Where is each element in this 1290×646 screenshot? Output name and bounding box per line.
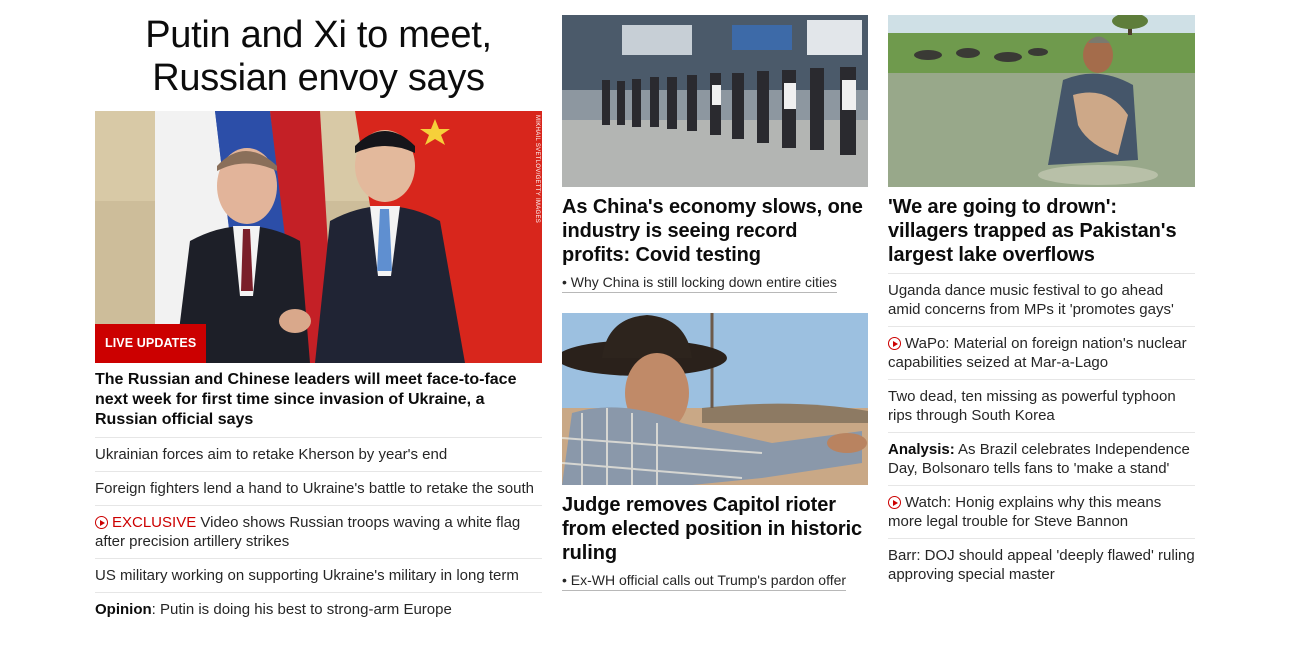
china-economy-headline[interactable]: As China's economy slows, one industry i…: [562, 195, 868, 267]
play-icon: [95, 516, 108, 529]
queue-photo: [562, 15, 868, 187]
right-headline-list: Uganda dance music festival to go ahead …: [888, 273, 1195, 591]
list-item[interactable]: Barr: DOJ should appeal 'deeply flawed' …: [888, 538, 1195, 591]
list-item-text: : Putin is doing his best to strong-arm …: [151, 601, 452, 618]
list-item-text: Watch: Honig explains why this means mor…: [888, 494, 1162, 530]
list-item[interactable]: Opinion: Putin is doing his best to stro…: [95, 592, 542, 626]
judge-headline[interactable]: Judge removes Capitol rioter from electe…: [562, 493, 868, 565]
list-item[interactable]: US military working on supporting Ukrain…: [95, 558, 542, 592]
judge-story-photo[interactable]: [562, 313, 868, 485]
pakistan-flood-photo[interactable]: [888, 15, 1195, 187]
lead-headline[interactable]: Putin and Xi to meet, Russian envoy says: [95, 14, 542, 100]
analysis-label: Analysis:: [888, 441, 955, 458]
photo-credit: MIKHAIL SVETLOV/GETTY IMAGES: [534, 115, 540, 224]
list-item-text: Ukrainian forces aim to retake Kherson b…: [95, 446, 448, 463]
cowboy-photo: [562, 313, 868, 485]
list-item[interactable]: Uganda dance music festival to go ahead …: [888, 273, 1195, 326]
list-item-text: Barr: DOJ should appeal 'deeply flawed' …: [888, 547, 1195, 583]
list-item-text: Uganda dance music festival to go ahead …: [888, 282, 1174, 318]
pakistan-headline[interactable]: 'We are going to drown': villagers trapp…: [888, 195, 1195, 267]
lead-story: Putin and Xi to meet, Russian envoy says: [95, 14, 542, 618]
exclusive-label: EXCLUSIVE: [112, 514, 197, 531]
list-item[interactable]: Watch: Honig explains why this means mor…: [888, 485, 1195, 538]
play-icon: [888, 496, 901, 509]
trump-pardon-link[interactable]: • Ex-WH official calls out Trump's pardo…: [562, 571, 847, 591]
list-item[interactable]: Ukrainian forces aim to retake Kherson b…: [95, 437, 542, 471]
list-item-text: WaPo: Material on foreign nation's nucle…: [888, 335, 1187, 371]
list-item[interactable]: Two dead, ten missing as powerful typhoo…: [888, 379, 1195, 432]
list-item[interactable]: Foreign fighters lend a hand to Ukraine'…: [95, 471, 542, 505]
opinion-label: Opinion: [95, 601, 152, 618]
list-item-text: Two dead, ten missing as powerful typhoo…: [888, 388, 1176, 424]
china-testing-photo[interactable]: [562, 15, 868, 187]
list-item[interactable]: EXCLUSIVE Video shows Russian troops wav…: [95, 505, 542, 558]
list-item-text: Foreign fighters lend a hand to Ukraine'…: [95, 480, 534, 497]
list-item-text: US military working on supporting Ukrain…: [95, 567, 519, 584]
china-lockdown-link[interactable]: • Why China is still locking down entire…: [562, 273, 837, 293]
live-updates-badge[interactable]: LIVE UPDATES: [95, 324, 207, 363]
lead-photo[interactable]: MIKHAIL SVETLOV/GETTY IMAGES LIVE UPDATE…: [95, 111, 542, 363]
flood-photo: [888, 15, 1195, 187]
lead-description[interactable]: The Russian and Chinese leaders will mee…: [95, 370, 542, 430]
play-icon: [888, 337, 901, 350]
list-item[interactable]: WaPo: Material on foreign nation's nucle…: [888, 326, 1195, 379]
list-item[interactable]: Analysis: As Brazil celebrates Independe…: [888, 432, 1195, 485]
lead-related-list: Ukrainian forces aim to retake Kherson b…: [95, 437, 542, 626]
